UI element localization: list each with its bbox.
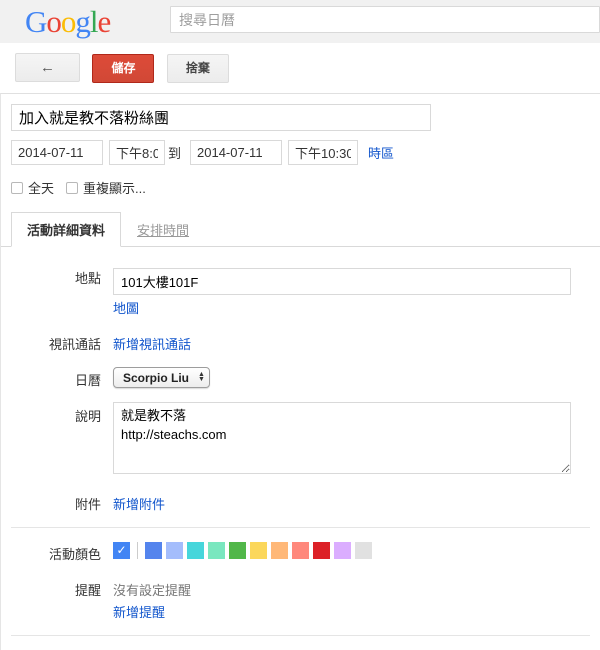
- calendar-row: 日曆 Scorpio Liu ▲▼: [11, 366, 590, 389]
- event-color-row: 活動顏色 ✓: [11, 542, 590, 563]
- description-label: 說明: [11, 402, 113, 425]
- end-time-input[interactable]: [288, 140, 358, 165]
- video-call-row: 視訊通話 新增視訊通話: [11, 330, 590, 353]
- color-swatch[interactable]: [313, 542, 330, 559]
- back-button[interactable]: ←: [15, 53, 80, 82]
- reminder-status: 沒有設定提醒: [113, 580, 590, 599]
- details-form: 地點 地圖 視訊通話 新增視訊通話 日曆 Scorpio Liu ▲▼: [11, 264, 590, 650]
- color-swatch[interactable]: [271, 542, 288, 559]
- end-date-input[interactable]: [190, 140, 282, 165]
- selected-color-swatch[interactable]: ✓: [113, 542, 130, 559]
- start-time-input[interactable]: [109, 140, 165, 165]
- description-textarea[interactable]: 就是教不落 http://steachs.com: [113, 402, 571, 474]
- save-button[interactable]: 儲存: [92, 54, 154, 83]
- add-attachment-link[interactable]: 新增附件: [113, 497, 165, 512]
- calendar-select[interactable]: Scorpio Liu ▲▼: [113, 367, 210, 388]
- reminder-label: 提醒: [11, 576, 113, 599]
- map-link[interactable]: 地圖: [113, 301, 139, 316]
- event-color-label: 活動顏色: [11, 542, 113, 563]
- calendar-label: 日曆: [11, 366, 113, 389]
- action-toolbar: ← 儲存 捨棄: [0, 43, 600, 93]
- all-day-checkbox[interactable]: 全天: [11, 178, 54, 197]
- logo-letter: G: [25, 4, 46, 39]
- timezone-link[interactable]: 時區: [368, 143, 394, 162]
- attachment-row: 附件 新增附件: [11, 490, 590, 513]
- logo-letter: g: [75, 4, 90, 39]
- checkbox-icon: [66, 182, 78, 194]
- color-swatch[interactable]: [145, 542, 162, 559]
- tab-find-time[interactable]: 安排時間: [121, 212, 205, 247]
- video-call-label: 視訊通話: [11, 330, 113, 353]
- location-input[interactable]: [113, 268, 571, 295]
- logo-letter: o: [46, 4, 61, 39]
- add-reminder-link[interactable]: 新增提醒: [113, 605, 165, 620]
- color-swatch[interactable]: [292, 542, 309, 559]
- color-swatch[interactable]: [334, 542, 351, 559]
- event-edit-panel: 到 時區 全天 重複顯示... 活動詳細資料 安排時間 地點 地圖 視訊通話 新…: [0, 93, 600, 650]
- section-divider: [11, 527, 590, 528]
- color-swatch[interactable]: [187, 542, 204, 559]
- attachment-label: 附件: [11, 490, 113, 513]
- event-title-input[interactable]: [11, 104, 431, 131]
- google-logo: Google: [25, 4, 110, 40]
- color-swatch[interactable]: [166, 542, 183, 559]
- reminder-row: 提醒 沒有設定提醒 新增提醒: [11, 576, 590, 621]
- when-row: 到 時區: [11, 140, 590, 165]
- tab-bar: 活動詳細資料 安排時間: [1, 211, 600, 247]
- logo-letter: e: [98, 4, 111, 39]
- search-input[interactable]: [170, 6, 600, 33]
- start-date-input[interactable]: [11, 140, 103, 165]
- location-row: 地點 地圖: [11, 264, 590, 317]
- color-palette: ✓: [113, 542, 590, 559]
- all-day-label: 全天: [28, 178, 54, 197]
- top-header: Google: [0, 0, 600, 43]
- color-swatch[interactable]: [250, 542, 267, 559]
- location-label: 地點: [11, 264, 113, 287]
- calendar-selected-value: Scorpio Liu: [123, 371, 189, 385]
- logo-letter: o: [61, 4, 76, 39]
- discard-button[interactable]: 捨棄: [167, 54, 229, 83]
- color-swatch[interactable]: [208, 542, 225, 559]
- add-video-call-link[interactable]: 新增視訊通話: [113, 337, 191, 352]
- description-row: 說明 就是教不落 http://steachs.com: [11, 402, 590, 477]
- checkbox-icon: [11, 182, 23, 194]
- to-label: 到: [168, 143, 181, 162]
- back-arrow-icon: ←: [40, 59, 55, 76]
- repeat-label: 重複顯示...: [83, 178, 146, 197]
- palette-separator: [137, 542, 138, 559]
- color-swatch[interactable]: [229, 542, 246, 559]
- section-divider: [11, 635, 590, 636]
- logo-letter: l: [90, 4, 98, 39]
- color-swatch[interactable]: [355, 542, 372, 559]
- repeat-checkbox[interactable]: 重複顯示...: [66, 178, 146, 197]
- select-stepper-icon: ▲▼: [198, 373, 205, 383]
- tab-event-details[interactable]: 活動詳細資料: [11, 212, 121, 247]
- all-day-repeat-row: 全天 重複顯示...: [11, 178, 590, 197]
